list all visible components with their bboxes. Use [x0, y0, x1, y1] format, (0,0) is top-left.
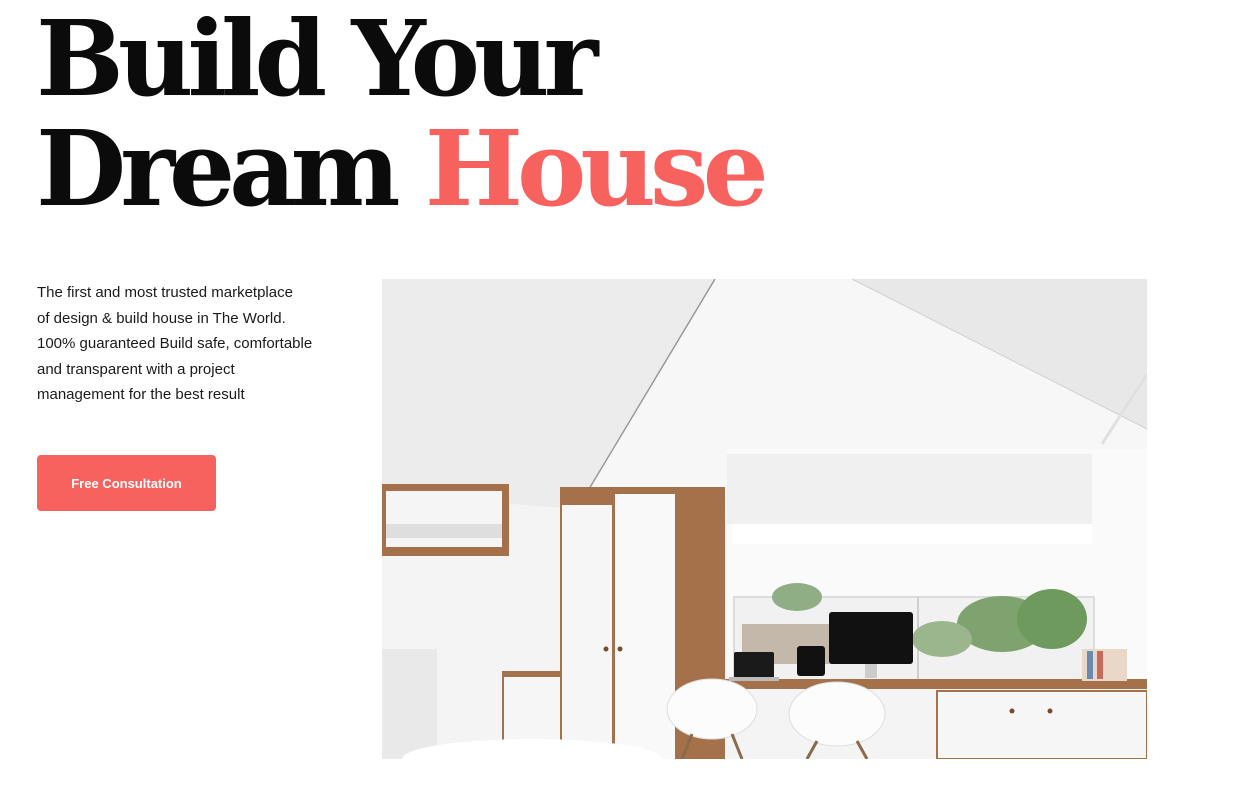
hero-description-line: management for the best result: [37, 386, 245, 403]
hero-description-line: The first and most trusted marketplace: [37, 284, 293, 301]
hero-title-line-2: Dream House: [36, 114, 769, 224]
hero-title-line-1: Build Your: [36, 0, 598, 120]
free-consultation-button[interactable]: Free Consultation: [37, 455, 216, 511]
interior-room-illustration: [382, 279, 1147, 759]
hero-title: Build Your Dream House: [36, 0, 769, 224]
hero-title-dream: Dream: [36, 107, 401, 230]
hero-description-line: and transparent with a project: [37, 360, 235, 378]
hero-interior-image: [382, 279, 1147, 759]
hero-description: The first and most trusted marketplace o…: [37, 280, 337, 408]
landing-page: Build Your Dream House The first and mos…: [0, 0, 1247, 797]
hero-title-accent-house: House: [424, 107, 769, 230]
hero-description-line: of design & build house in The World.: [37, 309, 286, 327]
hero-description-line: 100% guaranteed Build safe, comfortable: [37, 335, 313, 352]
